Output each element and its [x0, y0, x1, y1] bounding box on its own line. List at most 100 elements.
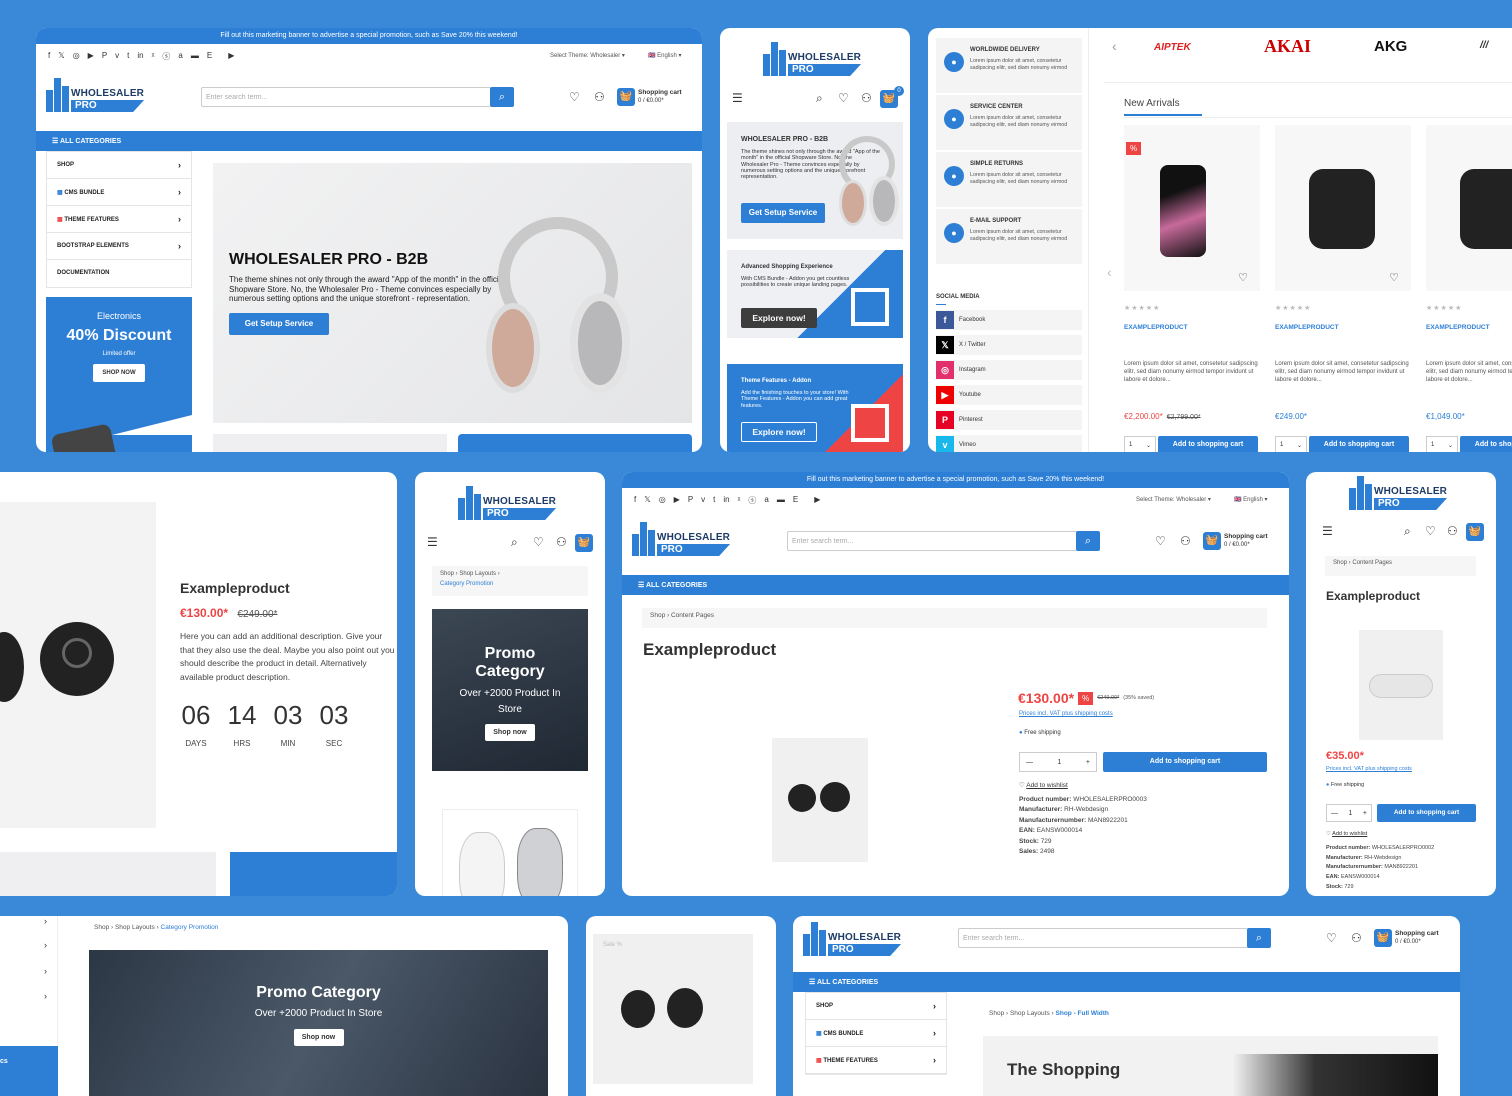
product-image[interactable]: ♡ [1275, 125, 1411, 291]
menu-item-shop[interactable]: SHOP › [806, 993, 946, 1020]
explore-now-button[interactable]: Explore now! [741, 422, 817, 442]
setup-service-button[interactable]: Get Setup Service [229, 313, 329, 335]
search-icon[interactable]: ⌕ [511, 535, 518, 550]
logo[interactable]: WHOLESALER PRO [632, 522, 731, 556]
social-icon[interactable]: Ε [793, 495, 798, 506]
setup-service-button[interactable]: Get Setup Service [741, 203, 825, 223]
hamburger-icon[interactable]: ☰ [732, 91, 743, 105]
wishlist-link[interactable]: ♡ Add to wishlist [1326, 831, 1367, 837]
vat-link[interactable]: Prices incl. VAT plus shipping costs [1019, 711, 1113, 717]
product-name[interactable]: EXAMPLEPRODUCT [1275, 324, 1339, 331]
wishlist-icon[interactable]: ♡ [838, 91, 849, 105]
quantity-stepper[interactable]: —1 + [1019, 752, 1097, 772]
brand-partial[interactable]: /// [1480, 40, 1488, 51]
brand-akai[interactable]: AKAI [1264, 36, 1311, 57]
cart-button[interactable]: 🧺 [1466, 523, 1484, 541]
social-media-link[interactable]: ◎ Instagram [936, 360, 1082, 380]
add-to-cart-button[interactable]: Add to shopping cart [1158, 436, 1258, 452]
search-input[interactable]: Enter search term... [958, 928, 1248, 948]
wishlist-icon[interactable]: ♡ [1326, 931, 1337, 945]
quantity-select[interactable]: 1 ⌄ [1124, 436, 1156, 452]
social-icon[interactable]: ⓢ [748, 495, 756, 506]
social-media-link[interactable]: f Facebook [936, 310, 1082, 330]
search-icon[interactable]: ⌕ [816, 91, 823, 106]
wishlist-icon[interactable]: ♡ [569, 90, 580, 104]
social-icon[interactable]: ▬ [191, 51, 199, 62]
product-name[interactable]: EXAMPLEPRODUCT [1426, 324, 1490, 331]
cart-button[interactable]: 🧺 [575, 534, 593, 552]
search-input[interactable]: Enter search term... [787, 531, 1077, 551]
social-icon[interactable]: f [48, 51, 50, 62]
brand-prev-icon[interactable]: ‹ [1112, 38, 1117, 54]
vat-link[interactable]: Prices incl. VAT plus shipping costs [1326, 766, 1412, 772]
social-icon[interactable]: ▶ [228, 51, 234, 62]
shop-now-button[interactable]: Shop now [485, 724, 535, 742]
account-icon[interactable]: ⚇ [594, 90, 605, 104]
logo[interactable]: WHOLESALER PRO [46, 78, 145, 112]
theme-select[interactable]: Select Theme: Wholesaler ▾ [1136, 496, 1211, 504]
slider-prev-icon[interactable]: ‹ [1107, 264, 1112, 280]
add-to-cart-button[interactable]: Add to shopping cart [1103, 752, 1267, 772]
minus-icon[interactable]: — [1026, 759, 1033, 766]
chevron-right-icon[interactable]: › [44, 966, 47, 976]
search-button[interactable]: ⌕ [490, 87, 514, 107]
quantity-select[interactable]: 1 ⌄ [1426, 436, 1458, 452]
social-icon[interactable]: a [764, 495, 768, 506]
product-image[interactable]: % ♡ [1124, 125, 1260, 291]
social-icon[interactable]: ◎ [659, 495, 666, 506]
plus-icon[interactable]: + [1363, 810, 1367, 817]
logo[interactable]: WHOLESALER PRO [763, 42, 862, 76]
wishlist-icon[interactable]: ♡ [533, 535, 544, 549]
social-icon[interactable]: 𝕏 [644, 495, 650, 506]
social-icon[interactable]: 𝕏 [58, 51, 64, 62]
search-input[interactable]: Enter search term... [201, 87, 491, 107]
add-to-cart-button[interactable]: Add to shopping cart [1377, 804, 1476, 822]
chevron-right-icon[interactable]: › [44, 991, 47, 1001]
shop-now-button[interactable]: SHOP NOW [93, 364, 145, 382]
cart-button[interactable]: 🧺 Shopping cart 0 / €0.00* [1203, 532, 1268, 550]
add-to-cart-button[interactable]: Add to shopping cart [1309, 436, 1409, 452]
product-name[interactable]: EXAMPLEPRODUCT [1124, 324, 1188, 331]
wishlist-icon[interactable]: ♡ [1238, 271, 1248, 284]
account-icon[interactable]: ⚇ [556, 535, 567, 549]
hamburger-icon[interactable]: ☰ [1322, 524, 1333, 538]
quantity-select[interactable]: 1 ⌄ [1275, 436, 1307, 452]
language-select[interactable]: 🇬🇧 English ▾ [1234, 496, 1268, 504]
cart-button[interactable]: 🧺 Shopping cart 0 / €0.00* [1374, 929, 1439, 947]
logo[interactable]: WHOLESALER PRO [458, 486, 557, 520]
explore-now-button[interactable]: Explore now! [741, 308, 817, 328]
search-button[interactable]: ⌕ [1247, 928, 1271, 948]
social-media-link[interactable]: ▶ Youtube [936, 385, 1082, 405]
brand-aiptek[interactable]: AIPTEK [1154, 42, 1191, 53]
plus-icon[interactable]: + [1086, 759, 1090, 766]
all-categories-bar[interactable]: ☰ ALL CATEGORIES [622, 575, 1289, 595]
add-to-cart-button[interactable]: Add to shopping cart [1460, 436, 1512, 452]
social-icon[interactable]: Ε [207, 51, 212, 62]
wishlist-icon[interactable]: ♡ [1389, 271, 1399, 284]
chevron-right-icon[interactable]: › [44, 940, 47, 950]
minus-icon[interactable]: — [1331, 810, 1338, 817]
social-icon[interactable]: t [713, 495, 715, 506]
wishlist-link[interactable]: ♡ Add to wishlist [1019, 781, 1068, 789]
social-icon[interactable]: ◎ [73, 51, 80, 62]
social-icon[interactable]: in [137, 51, 143, 62]
social-icon[interactable]: ⓢ [162, 51, 170, 62]
menu-item-bootstrap[interactable]: BOOTSTRAP ELEMENTS › [47, 233, 191, 260]
product-image[interactable]: ♡ [1426, 125, 1512, 291]
social-icon[interactable]: in [723, 495, 729, 506]
social-icon[interactable]: a [178, 51, 182, 62]
account-icon[interactable]: ⚇ [861, 91, 872, 105]
account-icon[interactable]: ⚇ [1180, 534, 1191, 548]
chevron-right-icon[interactable]: › [44, 916, 47, 926]
search-button[interactable]: ⌕ [1076, 531, 1100, 551]
menu-item-theme-features[interactable]: ▦ THEME FEATURES › [47, 206, 191, 233]
social-icon[interactable]: P [102, 51, 107, 62]
cart-button[interactable]: 🧺 Shopping cart 0 / €0.00* [617, 88, 682, 106]
wishlist-icon[interactable]: ♡ [1155, 534, 1166, 548]
all-categories-bar[interactable]: ☰ ALL CATEGORIES [36, 131, 702, 151]
hamburger-icon[interactable]: ☰ [427, 535, 438, 549]
logo[interactable]: WHOLESALER PRO [803, 922, 902, 956]
menu-item-cms-bundle[interactable]: ▦ CMS BUNDLE › [47, 179, 191, 206]
wishlist-icon[interactable]: ♡ [1425, 524, 1436, 538]
social-icon[interactable]: ▶ [814, 495, 820, 506]
